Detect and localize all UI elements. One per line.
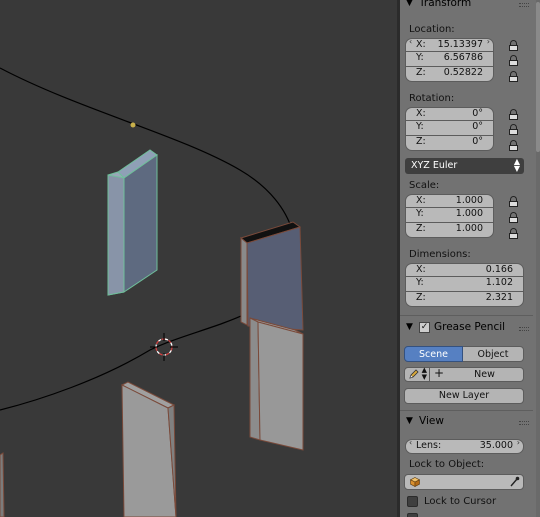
- view-panel-header[interactable]: ▼ View: [400, 413, 533, 431]
- panel-object-partial: [0, 452, 5, 517]
- panel-divider: [400, 315, 533, 316]
- scrollbar-thumb[interactable]: [536, 2, 540, 152]
- collapse-triangle-icon: ▼: [406, 416, 413, 426]
- updown-arrows-icon: ▲ ▼: [513, 157, 520, 173]
- drag-grip-icon[interactable]: [519, 3, 529, 7]
- dimensions-z-field[interactable]: Z: 2.321: [405, 292, 524, 307]
- arrow-left-icon[interactable]: ‹: [409, 438, 412, 447]
- scale-y-field[interactable]: Y: 1.000: [405, 208, 494, 223]
- rotation-z-field[interactable]: Z: 0°: [405, 136, 494, 151]
- scale-z-field[interactable]: Z: 1.000: [405, 223, 494, 238]
- scale-label: Scale:: [409, 180, 440, 191]
- panel-object-bottom: [120, 381, 177, 517]
- arrow-left-icon[interactable]: ‹: [409, 37, 412, 46]
- lock-scale-z-icon[interactable]: [507, 228, 520, 240]
- lock-rotation-z-icon[interactable]: [507, 140, 520, 152]
- viewport-scene: [0, 67, 304, 517]
- grease-pencil-datablock-menu[interactable]: ▲ ▼: [404, 367, 430, 382]
- curve-control-point: [130, 122, 136, 128]
- lock-to-object-field[interactable]: [404, 474, 524, 490]
- collapse-triangle-icon: ▼: [406, 322, 413, 332]
- 3d-cursor-icon: [150, 333, 178, 361]
- panel-object-right-lower: [249, 317, 304, 451]
- arrow-right-icon[interactable]: ›: [517, 438, 520, 447]
- eyedropper-icon[interactable]: [509, 476, 520, 488]
- transform-title: Transform: [419, 0, 472, 9]
- panel-divider: [400, 410, 533, 411]
- lock-scale-x-icon[interactable]: [507, 196, 520, 208]
- scale-x-field[interactable]: X: 1.000: [405, 194, 494, 208]
- lock-rotation-x-icon[interactable]: [507, 109, 520, 121]
- rotation-y-field[interactable]: Y: 0°: [405, 121, 494, 136]
- dimensions-y-field[interactable]: Y: 1.102: [405, 277, 524, 292]
- lock-location-y-icon[interactable]: [507, 55, 520, 67]
- rotation-label: Rotation:: [409, 93, 455, 104]
- dimensions-label: Dimensions:: [409, 249, 471, 260]
- location-label: Location:: [409, 24, 455, 35]
- new-layer-button[interactable]: New Layer: [404, 388, 524, 404]
- lock-to-cursor-label: Lock to Cursor: [424, 496, 497, 507]
- location-y-field[interactable]: Y: 6.56786: [405, 52, 494, 67]
- sidebar-scrollbar[interactable]: [536, 0, 540, 517]
- collapse-triangle-icon: ▼: [406, 0, 413, 8]
- lock-location-x-icon[interactable]: [507, 40, 520, 52]
- lock-to-object-label: Lock to Object:: [409, 459, 485, 470]
- drag-grip-icon[interactable]: [519, 421, 529, 425]
- grease-pencil-title: Grease Pencil: [434, 321, 506, 333]
- transform-panel-header[interactable]: ▼ Transform: [400, 0, 533, 13]
- location-z-field[interactable]: Z: 0.52822: [405, 67, 494, 82]
- 3d-viewport[interactable]: [0, 0, 397, 517]
- view-title: View: [419, 415, 444, 427]
- tab-object[interactable]: Object: [463, 346, 524, 362]
- tab-scene[interactable]: Scene: [404, 346, 463, 362]
- lens-field[interactable]: ‹ Lens: 35.000 ›: [405, 438, 524, 454]
- new-grease-pencil-button[interactable]: + New: [430, 366, 524, 382]
- rotation-x-field[interactable]: X: 0°: [405, 107, 494, 121]
- location-x-field[interactable]: ‹ X: 15.13397 ›: [405, 37, 494, 52]
- selected-panel-object: [107, 149, 158, 296]
- dimensions-x-field[interactable]: X: 0.166: [405, 263, 524, 277]
- lock-rotation-y-icon[interactable]: [507, 124, 520, 136]
- panel-object-right-upper: [239, 221, 304, 331]
- updown-arrows-icon: ▲ ▼: [421, 366, 427, 381]
- lock-scale-y-icon[interactable]: [507, 212, 520, 224]
- lock-location-z-icon[interactable]: [507, 71, 520, 83]
- properties-sidebar: ▼ Transform Location: ‹ X: 15.13397 › Y:…: [400, 0, 540, 517]
- grease-pencil-enable-checkbox[interactable]: ✓: [419, 322, 430, 333]
- lock-to-cursor-checkbox[interactable]: [407, 496, 418, 507]
- drag-grip-icon[interactable]: [519, 327, 529, 331]
- object-cube-icon: [410, 477, 420, 487]
- rotation-mode-dropdown[interactable]: XYZ Euler ▲ ▼: [405, 158, 524, 174]
- lock-camera-to-view-checkbox[interactable]: [407, 513, 418, 517]
- arrow-right-icon[interactable]: ›: [487, 37, 490, 46]
- pencil-icon: [409, 369, 419, 379]
